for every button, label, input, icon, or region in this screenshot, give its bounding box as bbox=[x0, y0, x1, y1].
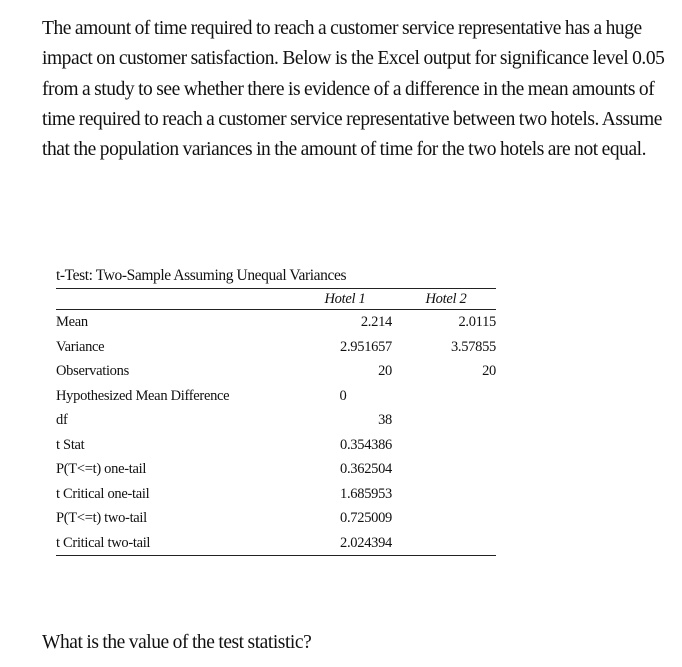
header-hotel-2: Hotel 2 bbox=[396, 288, 496, 310]
header-blank bbox=[56, 288, 294, 310]
hotel-2-value bbox=[396, 433, 496, 458]
row-label: df bbox=[56, 412, 68, 428]
hotel-2-value: 2.0115 bbox=[458, 314, 496, 330]
table-row: t Critical two-tail 2.024394 bbox=[56, 530, 496, 556]
row-label: t Stat bbox=[56, 436, 85, 453]
header-hotel-1: Hotel 1 bbox=[294, 288, 396, 310]
row-label: Observations bbox=[56, 363, 129, 379]
table-row: t Stat 0.354386 bbox=[56, 433, 496, 458]
row-label: P(T<=t) one-tail bbox=[56, 461, 147, 477]
question-text: What is the value of the test statistic? bbox=[42, 632, 312, 653]
table-row: P(T<=t) one-tail 0.362504 bbox=[56, 457, 496, 482]
hotel-2-value: 3.57855 bbox=[450, 338, 496, 355]
hotel-1-value: 1.685953 bbox=[340, 485, 392, 502]
table-row: P(T<=t) two-tail 0.725009 bbox=[56, 506, 496, 531]
row-label: t Critical one-tail bbox=[56, 485, 150, 502]
hotel-1-value: 2.024394 bbox=[294, 530, 396, 556]
row-label: Variance bbox=[56, 338, 105, 355]
table-header-row: Hotel 1 Hotel 2 bbox=[56, 288, 496, 310]
row-label: Hypothesized Mean Difference bbox=[56, 387, 230, 404]
hotel-2-value bbox=[396, 384, 496, 409]
hotel-2-value bbox=[396, 530, 496, 556]
table-row: Mean 2.214 2.0115 bbox=[56, 310, 496, 335]
row-label: t Critical two-tail bbox=[56, 530, 294, 556]
hotel-1-value: 0.725009 bbox=[340, 510, 392, 526]
table-row: Variance 2.951657 3.57855 bbox=[56, 335, 496, 360]
hotel-2-value: 20 bbox=[482, 363, 496, 379]
ttest-output-table: t-Test: Two-Sample Assuming Unequal Vari… bbox=[56, 266, 496, 556]
table-title: t-Test: Two-Sample Assuming Unequal Vari… bbox=[56, 267, 347, 284]
hotel-2-value bbox=[396, 408, 496, 433]
hotel-1-value: 2.214 bbox=[360, 314, 392, 330]
stats-table: Hotel 1 Hotel 2 Mean 2.214 2.0115 Varian… bbox=[56, 288, 496, 556]
table-row: Hypothesized Mean Difference 0 bbox=[56, 384, 496, 409]
hotel-1-value: 2.951657 bbox=[340, 338, 392, 355]
hotel-1-value: 38 bbox=[378, 412, 392, 428]
hotel-2-value bbox=[396, 482, 496, 507]
table-row: t Critical one-tail 1.685953 bbox=[56, 482, 496, 507]
hotel-2-value bbox=[396, 506, 496, 531]
hotel-1-value: 0 bbox=[339, 387, 347, 404]
row-label: P(T<=t) two-tail bbox=[56, 510, 147, 526]
intro-paragraph: The amount of time required to reach a c… bbox=[42, 18, 665, 161]
row-label: Mean bbox=[56, 314, 88, 330]
table-row: Observations 20 20 bbox=[56, 359, 496, 384]
hotel-1-value: 0.354386 bbox=[340, 436, 392, 453]
hotel-1-value: 20 bbox=[378, 363, 392, 379]
hotel-2-value bbox=[396, 457, 496, 482]
hotel-1-value: 0.362504 bbox=[340, 461, 392, 477]
table-row: df 38 bbox=[56, 408, 496, 433]
